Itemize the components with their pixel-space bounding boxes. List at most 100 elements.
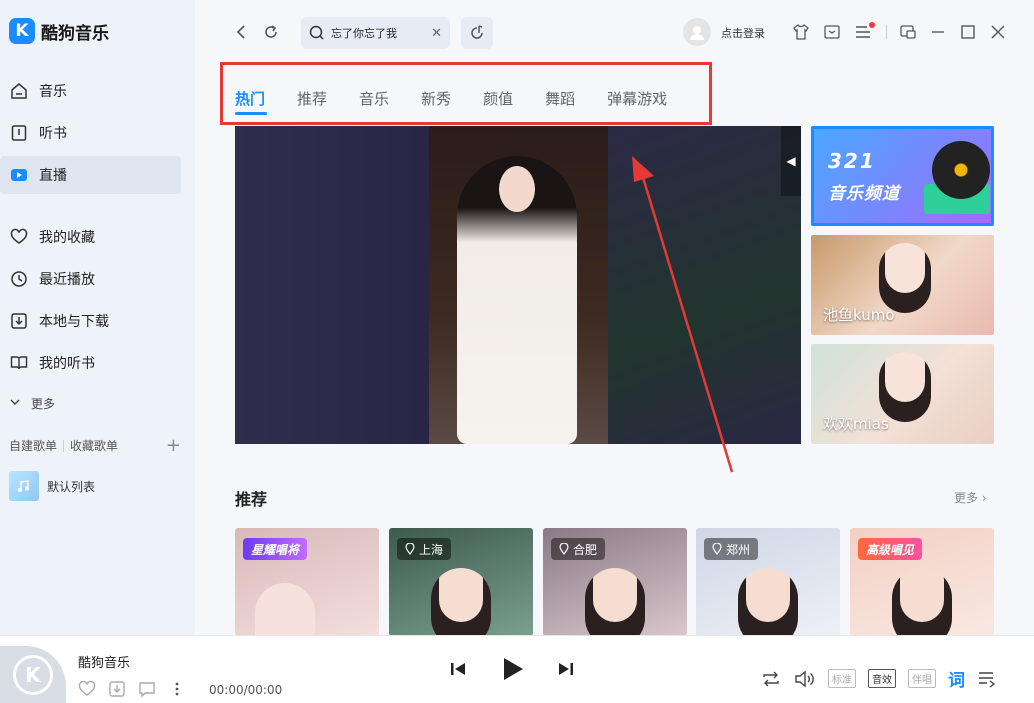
side-card-streamer[interactable]: 欢欢mias (811, 344, 994, 444)
annotation-highlight-box (220, 62, 712, 125)
sidebar-item-label: 我的收藏 (39, 230, 95, 246)
streamer-name: 欢欢mias (823, 415, 889, 433)
next-button[interactable] (557, 660, 575, 678)
sidebar: K 酷狗音乐 音乐 听书 直播 我的收藏 最近播放 本地与下载 我的听书 更多 … (0, 0, 195, 635)
streamer-name: 池鱼kumo (823, 306, 895, 324)
banner-collapse-handle[interactable]: ◀ (781, 126, 801, 196)
live-room-card[interactable]: 星耀唱将 (235, 528, 379, 636)
location-tag: 郑州 (704, 538, 759, 560)
clear-icon[interactable]: ✕ (431, 26, 442, 41)
sidebar-item-local-download[interactable]: 本地与下载 (0, 302, 181, 340)
more-link[interactable]: 更多 › (954, 489, 987, 506)
close-button[interactable] (988, 22, 1008, 42)
sidebar-item-label: 本地与下载 (39, 314, 109, 330)
room-tag: 星耀唱将 (243, 538, 308, 560)
player-bar: K 酷狗音乐 00:00/00:00 标准 音效 伴唱 词 (0, 635, 1034, 703)
message-button[interactable] (822, 22, 842, 42)
side-card-streamer[interactable]: 池鱼kumo (811, 235, 994, 335)
download-icon (109, 681, 125, 697)
location-tag: 上海 (397, 538, 452, 560)
sidebar-item-my-audiobooks[interactable]: 我的听书 (0, 344, 181, 382)
sidebar-item-recent[interactable]: 最近播放 (0, 260, 181, 298)
tab-saved-playlists[interactable]: 收藏歌单 (70, 437, 118, 454)
close-icon (991, 25, 1005, 39)
sidebar-item-live[interactable]: 直播 (0, 156, 181, 194)
maximize-button[interactable] (958, 22, 978, 42)
more-vertical-icon (175, 682, 179, 696)
comment-button[interactable] (138, 680, 156, 698)
app-logo[interactable]: K 酷狗音乐 (9, 18, 109, 44)
live-room-card[interactable]: 高级唱见 (850, 528, 994, 636)
tab-created-playlists[interactable]: 自建歌单 (9, 437, 57, 454)
music-recognition-button[interactable] (461, 17, 493, 49)
minimize-icon (932, 31, 944, 33)
minimize-button[interactable] (928, 22, 948, 42)
back-button[interactable] (231, 22, 251, 42)
search-box[interactable]: 忘了你忘了我 ✕ (301, 17, 450, 49)
back-icon (236, 25, 245, 39)
live-icon (9, 165, 29, 185)
streamer-thumbnail (879, 243, 931, 313)
playback-time: 00:00/00:00 (209, 683, 283, 697)
sidebar-item-label: 最近播放 (39, 272, 95, 288)
side-card-music-channel[interactable]: 321 音乐频道 (811, 126, 994, 226)
caret-left-icon: ◀ (786, 154, 796, 168)
skin-button[interactable] (791, 22, 811, 42)
comment-icon (139, 682, 155, 698)
sidebar-more[interactable]: 更多 (9, 395, 55, 412)
location-tag: 合肥 (551, 538, 606, 560)
karaoke-button[interactable]: 伴唱 (908, 669, 936, 688)
sound-effect-button[interactable]: 音效 (868, 669, 896, 688)
app-name: 酷狗音乐 (41, 23, 109, 44)
playlist-thumb (9, 471, 39, 501)
mini-mode-button[interactable] (898, 22, 918, 42)
sidebar-item-favorites[interactable]: 我的收藏 (0, 218, 181, 256)
repeat-icon (763, 671, 779, 686)
more-label: 更多 (31, 397, 56, 411)
heart-icon (78, 680, 96, 696)
lyrics-button[interactable]: 词 (948, 666, 965, 691)
play-button[interactable] (499, 656, 525, 682)
album-cover[interactable]: K (0, 646, 66, 703)
mini-mode-icon (900, 25, 916, 39)
download-icon (9, 311, 29, 331)
more-actions-button[interactable] (168, 680, 186, 698)
repeat-mode-button[interactable] (760, 670, 782, 688)
annotation-arrow (632, 156, 734, 473)
add-playlist-icon[interactable]: + (166, 435, 181, 456)
notification-dot (869, 22, 875, 28)
heart-icon (9, 227, 29, 247)
avatar[interactable] (683, 18, 711, 46)
user-icon (690, 26, 704, 40)
login-link[interactable]: 点击登录 (721, 25, 765, 41)
quality-standard-button[interactable]: 标准 (828, 669, 856, 688)
kugou-logo-icon: K (13, 655, 53, 695)
previous-button[interactable] (449, 660, 467, 678)
tshirt-icon (793, 24, 809, 40)
refresh-button[interactable] (261, 22, 281, 42)
search-icon (309, 25, 324, 40)
next-icon (559, 663, 573, 675)
playlist-item-default[interactable]: 默认列表 (9, 471, 95, 501)
maximize-icon (961, 25, 975, 39)
live-room-card[interactable]: 郑州 (696, 528, 840, 636)
mailbox-icon (824, 25, 840, 39)
sidebar-item-label: 听书 (39, 126, 67, 142)
download-button[interactable] (108, 680, 126, 698)
volume-icon (795, 670, 814, 687)
sidebar-item-audiobook[interactable]: 听书 (0, 114, 181, 152)
queue-icon (979, 671, 996, 688)
live-room-card[interactable]: 上海 (389, 528, 533, 636)
volume-button[interactable] (794, 670, 816, 688)
refresh-icon (265, 25, 277, 38)
search-input[interactable]: 忘了你忘了我 (331, 25, 431, 41)
recognize-icon (471, 25, 483, 39)
like-button[interactable] (78, 680, 96, 698)
playlist-tabs: 自建歌单 收藏歌单 + (9, 435, 181, 456)
sidebar-item-music[interactable]: 音乐 (0, 72, 181, 110)
sidebar-item-label: 直播 (39, 168, 67, 184)
playlist-queue-button[interactable] (977, 670, 997, 688)
location-pin-icon (712, 543, 722, 555)
sidebar-item-label: 音乐 (39, 84, 67, 100)
live-room-card[interactable]: 合肥 (543, 528, 687, 636)
